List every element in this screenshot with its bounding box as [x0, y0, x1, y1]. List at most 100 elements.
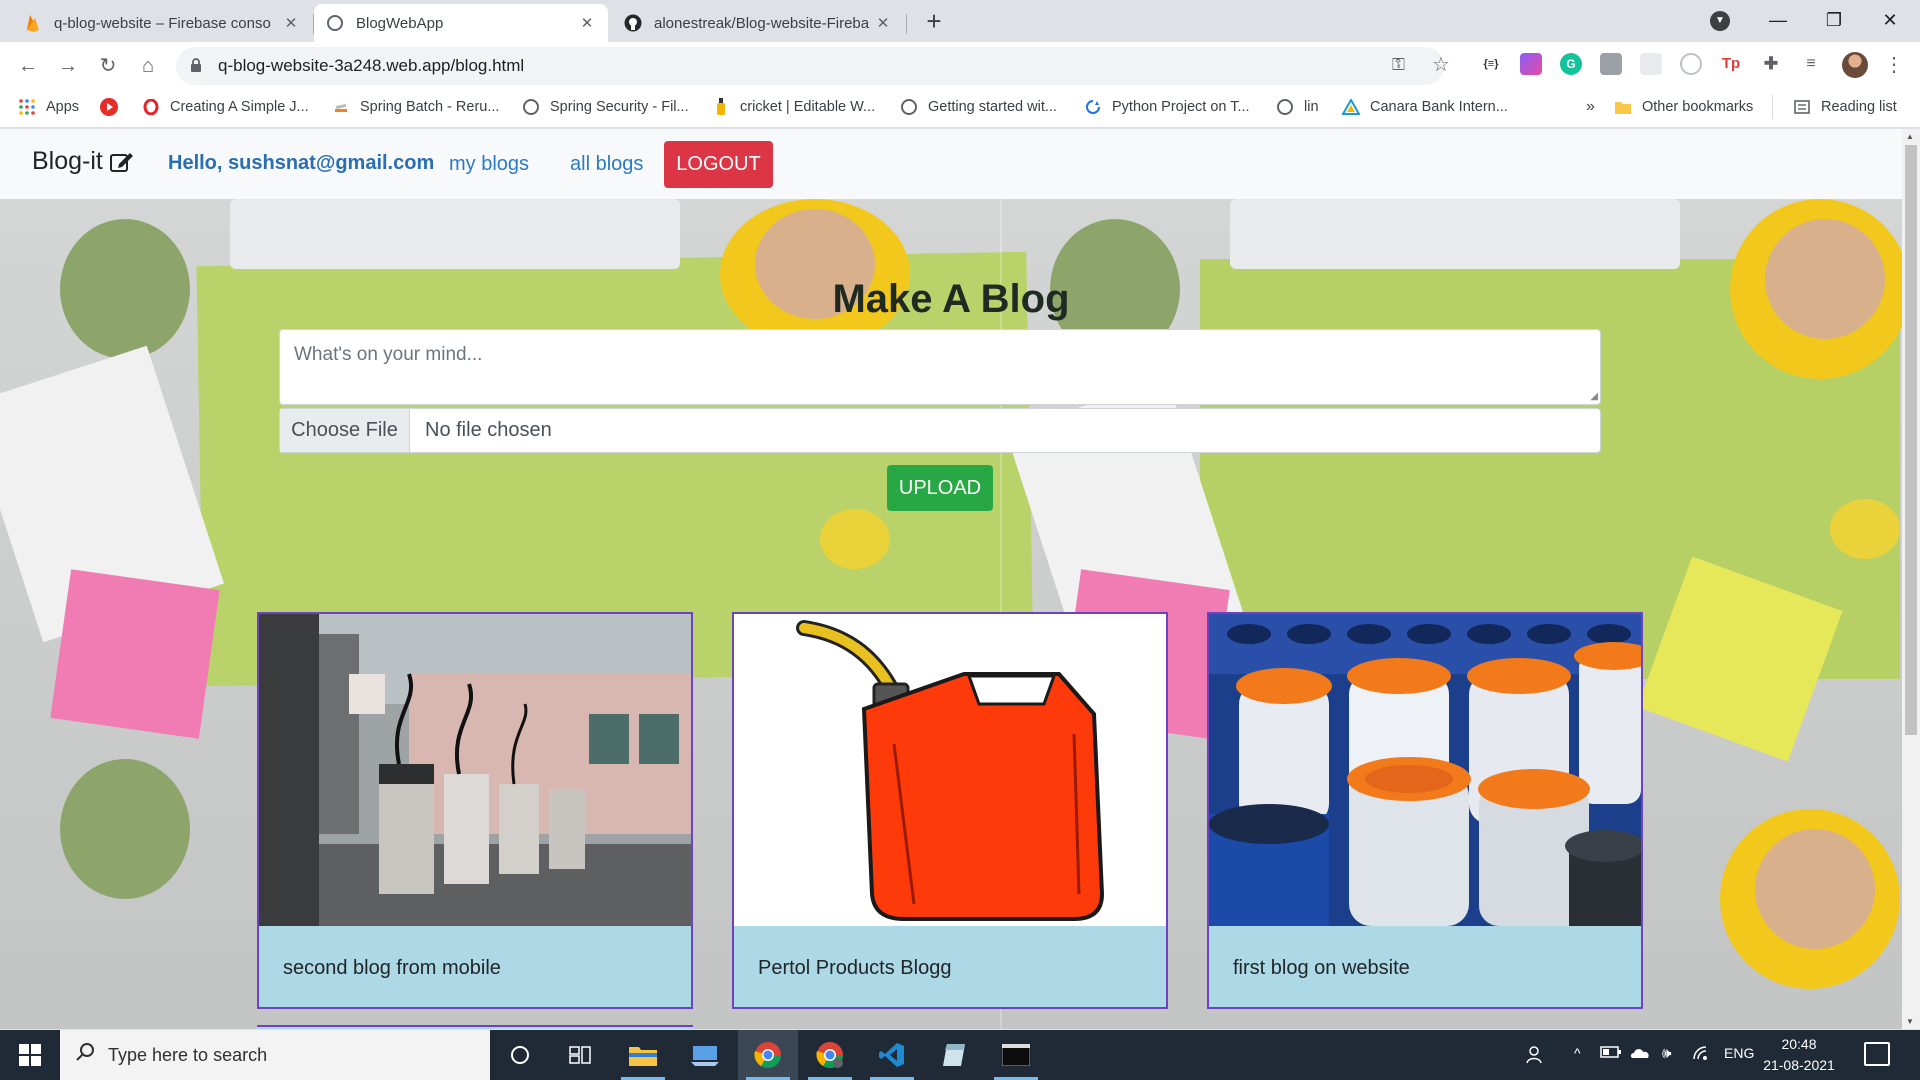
scrollbar-thumb[interactable]: [1905, 145, 1917, 735]
bookmark-label: Spring Batch - Reru...: [360, 99, 500, 115]
blog-card[interactable]: Pertol Products Blogg: [732, 612, 1168, 1009]
blank-extension-icon[interactable]: [1640, 53, 1662, 75]
chrome-taskbar-icon[interactable]: [738, 1030, 798, 1080]
close-tab-icon[interactable]: ✕: [874, 14, 892, 32]
bookmark-python-project[interactable]: Python Project on T...: [1084, 90, 1250, 124]
tab-firebase-console[interactable]: q-blog-website – Firebase conso ✕: [12, 4, 312, 42]
file-input[interactable]: Choose File No file chosen: [279, 408, 1601, 453]
timer-extension-icon[interactable]: [1680, 53, 1702, 75]
onedrive-icon[interactable]: [1630, 1045, 1652, 1062]
opera-icon: [142, 98, 160, 116]
blog-card[interactable]: first blog on website: [1207, 612, 1643, 1009]
show-hidden-icons-icon[interactable]: ^: [1574, 1045, 1581, 1061]
browser-toolbar: ← → ↻ ⌂ q-blog-website-3a248.web.app/blo…: [0, 42, 1920, 90]
browser-tab-strip: q-blog-website – Firebase conso ✕ BlogWe…: [0, 0, 1920, 42]
tp-extension-icon[interactable]: Tp: [1720, 53, 1742, 75]
new-tab-button[interactable]: +: [918, 6, 950, 38]
sync-icon: [1084, 98, 1102, 116]
upload-button[interactable]: UPLOAD: [887, 465, 993, 511]
clock-date: 21-08-2021: [1763, 1057, 1835, 1073]
browser-menu-icon[interactable]: ⋮: [1884, 52, 1904, 77]
bookmarks-overflow-button[interactable]: »: [1586, 90, 1595, 124]
tab-title: q-blog-website – Firebase conso: [54, 14, 271, 32]
forward-button[interactable]: →: [52, 50, 84, 82]
system-clock[interactable]: 20:48 21-08-2021: [1752, 1034, 1846, 1076]
battery-icon[interactable]: [1600, 1045, 1622, 1062]
lock-icon[interactable]: [190, 57, 204, 75]
minimize-button[interactable]: —: [1750, 0, 1806, 40]
choose-file-button[interactable]: Choose File: [280, 409, 410, 452]
copy-extension-icon[interactable]: [1600, 53, 1622, 75]
maximize-button[interactable]: ❐: [1806, 0, 1862, 40]
next-blog-card-edge: [257, 1025, 693, 1029]
terminal-icon[interactable]: [986, 1030, 1046, 1080]
close-window-button[interactable]: ✕: [1862, 0, 1918, 40]
bookmark-spring-batch[interactable]: Spring Batch - Reru...: [332, 90, 499, 124]
wifi-icon[interactable]: [1692, 1045, 1712, 1064]
json-extension-icon[interactable]: {≡}: [1480, 53, 1502, 75]
address-bar[interactable]: q-blog-website-3a248.web.app/blog.html: [176, 47, 1444, 85]
card-caption: Pertol Products Blogg: [758, 957, 952, 979]
language-indicator[interactable]: ENG: [1724, 1045, 1754, 1061]
search-icon: [76, 1043, 94, 1067]
media-control-icon[interactable]: ≡: [1800, 53, 1822, 75]
bookmark-label: Python Project on T...: [1112, 99, 1250, 115]
other-bookmarks-folder[interactable]: Other bookmarks: [1614, 90, 1753, 124]
reading-list-label: Reading list: [1821, 99, 1897, 115]
bookmark-creating-simple[interactable]: Creating A Simple J...: [142, 90, 309, 124]
start-button[interactable]: [0, 1030, 60, 1080]
bookmark-spring-security[interactable]: Spring Security - Fil...: [522, 90, 689, 124]
chrome-profile-taskbar-icon[interactable]: [800, 1030, 860, 1080]
grammarly-extension-icon[interactable]: G: [1560, 53, 1582, 75]
tab-search-dropdown-icon[interactable]: ▼: [1710, 11, 1730, 31]
close-tab-icon[interactable]: ✕: [578, 14, 596, 32]
taskbar-search-box[interactable]: Type here to search: [60, 1030, 490, 1080]
brand-logo[interactable]: Blog-it: [32, 147, 135, 176]
stack-icon: [332, 98, 350, 116]
bookmark-label: Creating A Simple J...: [170, 99, 309, 115]
my-blogs-link[interactable]: my blogs: [449, 153, 529, 176]
key-icon[interactable]: ⚿: [1392, 55, 1405, 75]
home-button[interactable]: ⌂: [132, 50, 164, 82]
people-icon[interactable]: [1526, 1045, 1546, 1068]
bookmark-red-play[interactable]: [100, 90, 128, 124]
reading-list[interactable]: Reading list: [1772, 95, 1897, 119]
page-scrollbar[interactable]: ▲ ▼: [1902, 129, 1920, 1029]
close-tab-icon[interactable]: ✕: [282, 14, 300, 32]
windows-logo-icon: [19, 1044, 41, 1066]
firebase-icon: [24, 14, 42, 32]
scroll-up-arrow-icon[interactable]: ▲: [1906, 132, 1914, 141]
vscode-icon[interactable]: [862, 1030, 922, 1080]
user-greeting: Hello, sushsnat@gmail.com: [168, 152, 435, 174]
scroll-down-arrow-icon[interactable]: ▼: [1906, 1017, 1914, 1026]
volume-icon[interactable]: 🕪: [1662, 1045, 1671, 1062]
tab-title: BlogWebApp: [356, 14, 444, 32]
task-view-icon[interactable]: [550, 1030, 610, 1080]
bookmark-lin[interactable]: lin: [1276, 90, 1319, 124]
blog-text-input[interactable]: What's on your mind... ◢: [279, 329, 1601, 405]
bookmark-cricket[interactable]: cricket | Editable W...: [712, 90, 875, 124]
logout-button[interactable]: LOGOUT: [664, 141, 773, 188]
tab-blogwebapp[interactable]: BlogWebApp ✕: [314, 4, 608, 42]
file-explorer-icon[interactable]: [613, 1030, 673, 1080]
bookmark-canara-bank[interactable]: Canara Bank Intern...: [1342, 90, 1508, 124]
bookmark-apps[interactable]: Apps: [18, 90, 79, 124]
back-button[interactable]: ←: [12, 50, 44, 82]
card-caption: first blog on website: [1233, 957, 1410, 979]
tab-github-repo[interactable]: alonestreak/Blog-website-Fireba ✕: [612, 4, 904, 42]
bookmark-getting-started[interactable]: Getting started wit...: [900, 90, 1057, 124]
cortana-icon[interactable]: [490, 1030, 550, 1080]
bookmark-star-icon[interactable]: ☆: [1432, 52, 1450, 77]
github-icon: [624, 14, 642, 32]
card-caption: second blog from mobile: [283, 957, 501, 979]
color-picker-extension-icon[interactable]: [1520, 53, 1542, 75]
resize-handle-icon[interactable]: ◢: [1590, 391, 1598, 402]
notes-app-icon[interactable]: [924, 1030, 984, 1080]
reload-button[interactable]: ↻: [92, 50, 124, 82]
all-blogs-link[interactable]: all blogs: [570, 153, 643, 176]
pc-app-icon[interactable]: [675, 1030, 735, 1080]
blog-card[interactable]: second blog from mobile: [257, 612, 693, 1009]
extensions-puzzle-icon[interactable]: ✚: [1760, 53, 1782, 75]
profile-avatar[interactable]: [1842, 52, 1868, 78]
notification-center-icon[interactable]: [1864, 1042, 1890, 1066]
